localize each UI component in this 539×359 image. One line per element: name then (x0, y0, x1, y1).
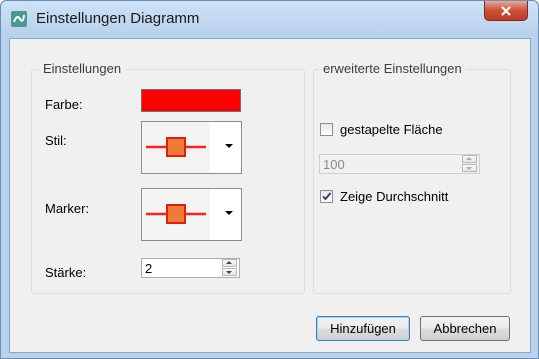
chevron-down-icon (225, 144, 233, 148)
advanced-group-title: erweiterte Einstellungen (319, 61, 466, 76)
stacked-value: 100 (323, 157, 345, 172)
square-marker-preview-icon (146, 204, 206, 224)
style-dropdown[interactable] (141, 121, 242, 174)
stacked-decrement-button[interactable] (462, 164, 477, 172)
style-preview (142, 122, 210, 173)
style-label: Stil: (45, 133, 67, 148)
marker-dropdown[interactable] (141, 188, 242, 241)
strength-value: 2 (145, 261, 153, 276)
color-picker[interactable] (141, 89, 241, 112)
show-average-checkbox[interactable] (320, 190, 333, 203)
checkmark-icon (322, 192, 332, 201)
stacked-increment-button[interactable] (462, 155, 477, 163)
close-icon (501, 5, 511, 16)
marker-label: Marker: (45, 201, 90, 216)
strength-decrement-button[interactable] (222, 268, 237, 276)
line-marker-preview-icon (146, 137, 206, 157)
close-button[interactable] (484, 1, 528, 21)
cancel-button[interactable]: Abbrechen (420, 316, 510, 341)
show-average-label[interactable]: Zeige Durchschnitt (340, 189, 448, 204)
marker-preview (142, 189, 210, 240)
strength-stepper[interactable]: 2 (141, 258, 240, 278)
window-title: Einstellungen Diagramm (36, 10, 200, 27)
stacked-area-checkbox[interactable] (320, 123, 333, 136)
color-label: Farbe: (45, 97, 83, 112)
chart-app-icon (11, 11, 27, 27)
dialog-window: Einstellungen Diagramm Einstellungen Far… (0, 0, 539, 359)
stacked-value-stepper[interactable]: 100 (319, 154, 480, 174)
title-bar[interactable]: Einstellungen Diagramm (1, 1, 538, 37)
strength-increment-button[interactable] (222, 259, 237, 267)
strength-label: Stärke: (45, 265, 87, 280)
stacked-area-label[interactable]: gestapelte Fläche (340, 122, 443, 137)
settings-group-title: Einstellungen (39, 61, 126, 76)
dialog-client-area: Einstellungen Farbe: Stil: Marker: Stärk… (9, 38, 531, 353)
advanced-settings-group: erweiterte Einstellungen (313, 61, 511, 294)
add-button[interactable]: Hinzufügen (316, 316, 410, 341)
chevron-down-icon (225, 211, 233, 215)
